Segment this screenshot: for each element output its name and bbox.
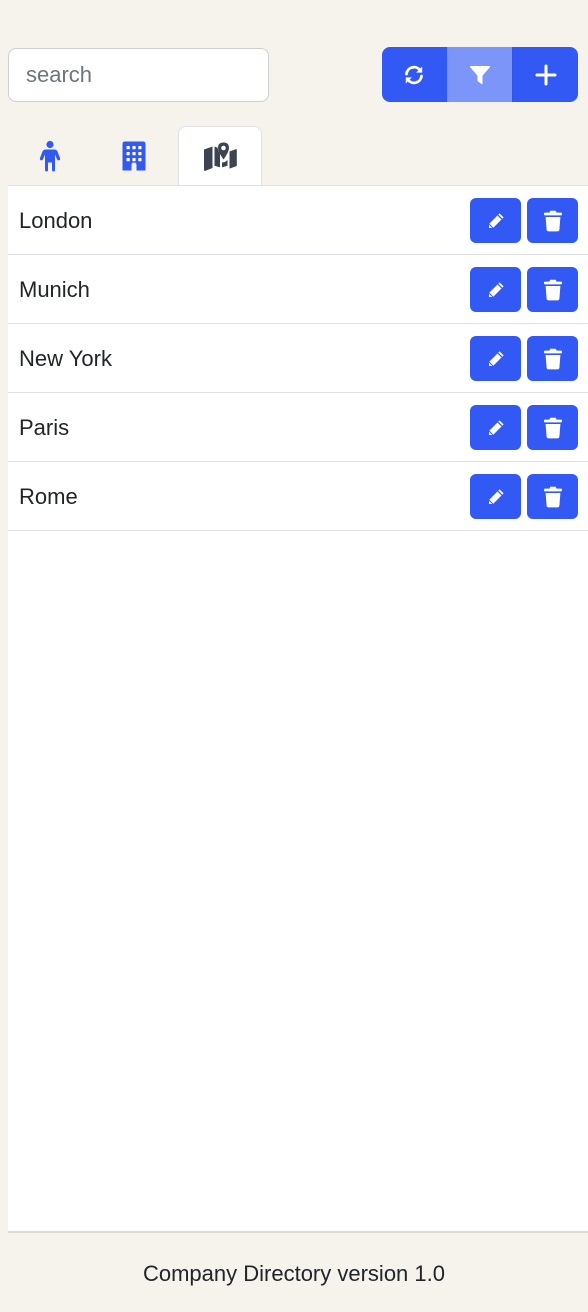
list-item: Munich — [8, 255, 588, 324]
person-icon — [39, 140, 61, 172]
pencil-icon — [488, 419, 504, 435]
pencil-icon — [488, 488, 504, 504]
edit-button[interactable] — [470, 198, 521, 243]
location-name: Munich — [19, 277, 90, 302]
building-icon — [122, 141, 146, 171]
list-item: New York — [8, 324, 588, 393]
add-button[interactable] — [512, 47, 578, 102]
edit-button[interactable] — [470, 336, 521, 381]
pencil-icon — [488, 212, 504, 228]
tab-departments[interactable] — [92, 126, 176, 186]
location-name: New York — [19, 346, 112, 371]
filter-button[interactable] — [446, 47, 513, 102]
tab-locations[interactable] — [178, 126, 262, 187]
trash-icon — [543, 210, 562, 231]
location-name: Paris — [19, 415, 70, 440]
tab-bar — [8, 126, 588, 187]
trash-icon — [543, 348, 562, 369]
delete-button[interactable] — [527, 474, 578, 519]
list-item: London — [8, 186, 588, 255]
delete-button[interactable] — [527, 198, 578, 243]
search-input[interactable] — [8, 48, 269, 102]
delete-button[interactable] — [527, 405, 578, 450]
filter-icon — [469, 65, 491, 84]
footer-version-text: Company Directory version 1.0 — [142, 1261, 445, 1286]
list-item: Paris — [8, 393, 588, 462]
toolbar-button-group — [382, 47, 578, 102]
trash-icon — [543, 486, 562, 507]
pencil-icon — [488, 350, 504, 366]
edit-button[interactable] — [470, 267, 521, 312]
trash-icon — [543, 417, 562, 438]
refresh-button[interactable] — [382, 47, 447, 102]
refresh-icon — [405, 65, 424, 84]
plus-icon — [535, 64, 557, 85]
location-list: London Munich New York Paris Rome — [8, 185, 588, 1232]
list-item: Rome — [8, 462, 588, 531]
edit-button[interactable] — [470, 474, 521, 519]
delete-button[interactable] — [527, 267, 578, 312]
map-location-icon — [204, 142, 237, 171]
location-name: London — [19, 208, 93, 233]
location-name: Rome — [19, 484, 78, 509]
trash-icon — [543, 279, 562, 300]
tab-personnel[interactable] — [8, 126, 92, 186]
delete-button[interactable] — [527, 336, 578, 381]
footer-divider — [8, 1231, 588, 1233]
edit-button[interactable] — [470, 405, 521, 450]
pencil-icon — [488, 281, 504, 297]
